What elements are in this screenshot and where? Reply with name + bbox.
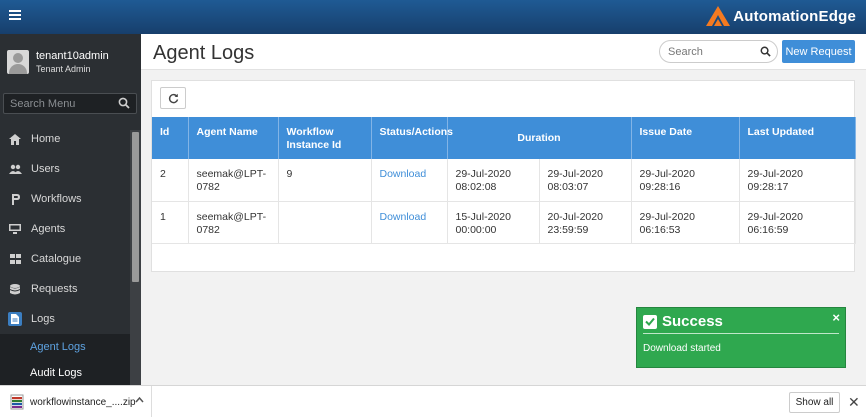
sidebar-item-home[interactable]: Home	[0, 124, 130, 154]
cell-agent-name: seemak@LPT-0782	[188, 201, 279, 244]
sidebar-item-label: Logs	[31, 313, 55, 325]
cell-last-updated: 29-Jul-2020 09:28:17	[739, 159, 856, 202]
search-icon[interactable]	[118, 97, 130, 109]
top-navbar: AutomationEdge	[0, 0, 866, 34]
sidebar: tenant10admin Tenant Admin Home Users Wo…	[0, 34, 141, 385]
sidebar-scrollbar[interactable]	[130, 130, 141, 385]
refresh-button[interactable]	[160, 87, 186, 109]
workflow-icon	[8, 192, 22, 206]
agent-logs-table: Id Agent Name Workflow Instance Id Statu…	[152, 117, 856, 244]
sidebar-item-catalogue[interactable]: Catalogue	[0, 244, 130, 274]
table-header-row: Id Agent Name Workflow Instance Id Statu…	[152, 117, 856, 159]
toast-title: Success	[662, 313, 723, 330]
column-header-last-updated[interactable]: Last Updated	[739, 117, 856, 159]
download-link[interactable]: Download	[371, 201, 448, 244]
search-box	[659, 40, 778, 63]
download-item[interactable]: workflowinstance_....zip	[0, 386, 152, 417]
menu-search	[3, 93, 137, 114]
menu-search-input[interactable]	[10, 96, 114, 111]
show-all-button[interactable]: Show all	[789, 392, 840, 413]
refresh-icon	[168, 93, 178, 103]
monitor-icon	[8, 222, 22, 236]
sidebar-item-agents[interactable]: Agents	[0, 214, 130, 244]
column-header-workflow-instance-id[interactable]: Workflow Instance Id	[278, 117, 372, 159]
download-file-name: workflowinstance_....zip	[30, 397, 136, 408]
sidebar-item-logs[interactable]: Logs	[0, 304, 130, 334]
file-icon	[8, 312, 22, 326]
cell-id: 2	[152, 159, 189, 202]
users-icon	[8, 162, 22, 176]
new-request-button[interactable]: New Request	[782, 40, 855, 63]
cell-id: 1	[152, 201, 189, 244]
column-header-agent-name[interactable]: Agent Name	[188, 117, 279, 159]
download-bar: workflowinstance_....zip Show all ✕	[0, 385, 866, 417]
close-icon[interactable]: ✕	[848, 394, 860, 411]
sidebar-item-users[interactable]: Users	[0, 154, 130, 184]
column-header-status-actions[interactable]: Status/Actions	[371, 117, 453, 159]
table-row: 1 seemak@LPT-0782 Download 15-Jul-2020 0…	[152, 201, 856, 244]
sidebar-item-workflows[interactable]: Workflows	[0, 184, 130, 214]
sidebar-item-label: Home	[31, 133, 61, 145]
cell-issue-date: 29-Jul-2020 09:28:16	[631, 159, 740, 202]
toast-divider	[643, 333, 839, 334]
cell-start-time: 29-Jul-2020 08:02:08	[447, 159, 540, 202]
page-title: Agent Logs	[153, 42, 255, 64]
search-input[interactable]	[668, 45, 758, 59]
sidebar-nav: Home Users Workflows Agents Catalogue Re…	[0, 124, 130, 385]
cell-workflow-instance-id: 9	[278, 159, 372, 202]
submenu-item-audit-logs[interactable]: Audit Logs	[0, 360, 130, 385]
zip-file-icon	[10, 394, 24, 410]
sidebar-item-label: Catalogue	[31, 253, 82, 265]
close-icon[interactable]: ×	[832, 310, 840, 325]
check-icon	[643, 314, 657, 329]
avatar	[7, 50, 29, 74]
toast-message: Download started	[643, 343, 721, 354]
scrollbar-thumb[interactable]	[132, 132, 139, 282]
chevron-up-icon[interactable]	[135, 396, 144, 403]
sidebar-item-requests[interactable]: Requests	[0, 274, 130, 304]
logs-panel: Id Agent Name Workflow Instance Id Statu…	[151, 80, 856, 272]
download-link[interactable]: Download	[371, 159, 448, 202]
cell-issue-date: 29-Jul-2020 06:16:53	[631, 201, 740, 244]
page-header: Agent Logs New Request	[141, 34, 866, 70]
brand-logo: AutomationEdge	[705, 4, 856, 28]
user-role: Tenant Admin	[36, 64, 91, 74]
logs-submenu: Agent Logs Audit Logs	[0, 334, 130, 385]
brand-text: AutomationEdge	[733, 7, 856, 25]
sidebar-item-label: Requests	[31, 283, 78, 295]
user-name: tenant10admin	[36, 50, 109, 62]
search-icon[interactable]	[760, 46, 771, 57]
sidebar-item-label: Users	[31, 163, 60, 175]
column-header-id[interactable]: Id	[152, 117, 189, 159]
sidebar-item-label: Agents	[31, 223, 66, 235]
success-toast: Success × Download started	[636, 307, 846, 368]
sidebar-item-label: Workflows	[31, 193, 82, 205]
cell-agent-name: seemak@LPT-0782	[188, 159, 279, 202]
cell-last-updated: 29-Jul-2020 06:16:59	[739, 201, 856, 244]
grid-icon	[8, 252, 22, 266]
column-header-duration[interactable]: Duration	[447, 117, 632, 159]
cell-end-time: 20-Jul-2020 23:59:59	[539, 201, 632, 244]
cell-start-time: 15-Jul-2020 00:00:00	[447, 201, 540, 244]
user-profile[interactable]: tenant10admin Tenant Admin	[7, 50, 109, 76]
database-icon	[8, 282, 22, 296]
cell-workflow-instance-id	[278, 201, 372, 244]
home-icon	[8, 132, 22, 146]
cell-end-time: 29-Jul-2020 08:03:07	[539, 159, 632, 202]
table-row: 2 seemak@LPT-0782 9 Download 29-Jul-2020…	[152, 159, 856, 202]
brand-mark-icon	[706, 6, 731, 26]
column-header-issue-date[interactable]: Issue Date	[631, 117, 740, 159]
hamburger-menu-icon[interactable]	[9, 10, 21, 20]
submenu-item-agent-logs[interactable]: Agent Logs	[0, 334, 130, 360]
